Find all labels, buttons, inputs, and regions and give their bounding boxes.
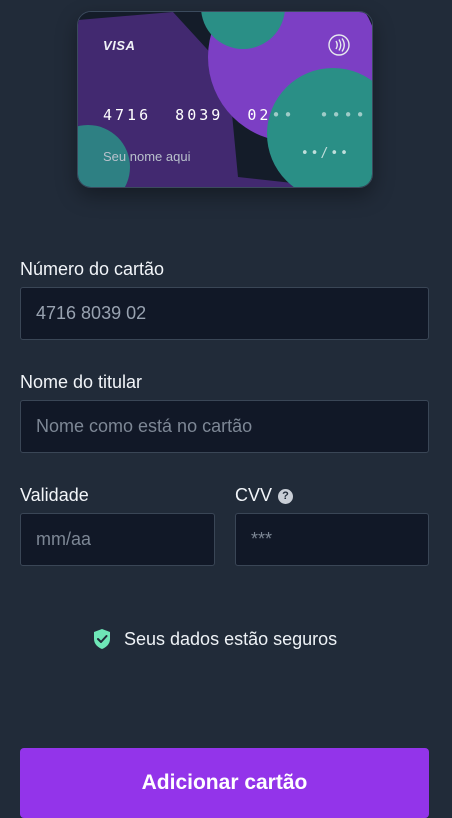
- holder-name-label: Nome do titular: [20, 372, 143, 392]
- card-holder-preview: Seu nome aqui: [103, 149, 191, 164]
- card-number-input[interactable]: [20, 287, 429, 340]
- card-number-masked: •• ••••: [271, 106, 368, 124]
- cvv-label-group: CVV?: [235, 485, 294, 506]
- expiry-label: Validade: [20, 485, 89, 505]
- contactless-icon: [328, 34, 350, 56]
- security-note-text: Seus dados estão seguros: [124, 628, 338, 649]
- cvv-input[interactable]: [235, 513, 429, 566]
- holder-name-input[interactable]: [20, 400, 429, 453]
- card-brand-logo: VISA: [103, 38, 136, 53]
- help-icon[interactable]: ?: [278, 489, 294, 504]
- card-number-label: Número do cartão: [20, 259, 165, 279]
- card-expiry-preview: ••/••: [300, 146, 350, 161]
- expiry-input[interactable]: [20, 513, 215, 566]
- cvv-label: CVV: [235, 485, 273, 505]
- card-number-entered: 4716 8039 02: [103, 106, 272, 124]
- card-preview: VISA 4716 8039 02•• •••• Seu nome aqui •…: [77, 11, 373, 188]
- card-number-preview: 4716 8039 02•• ••••: [103, 106, 368, 124]
- add-card-button[interactable]: Adicionar cartão: [20, 748, 429, 818]
- security-note: Seus dados estão seguros: [92, 628, 337, 650]
- shield-check-icon: [94, 629, 110, 649]
